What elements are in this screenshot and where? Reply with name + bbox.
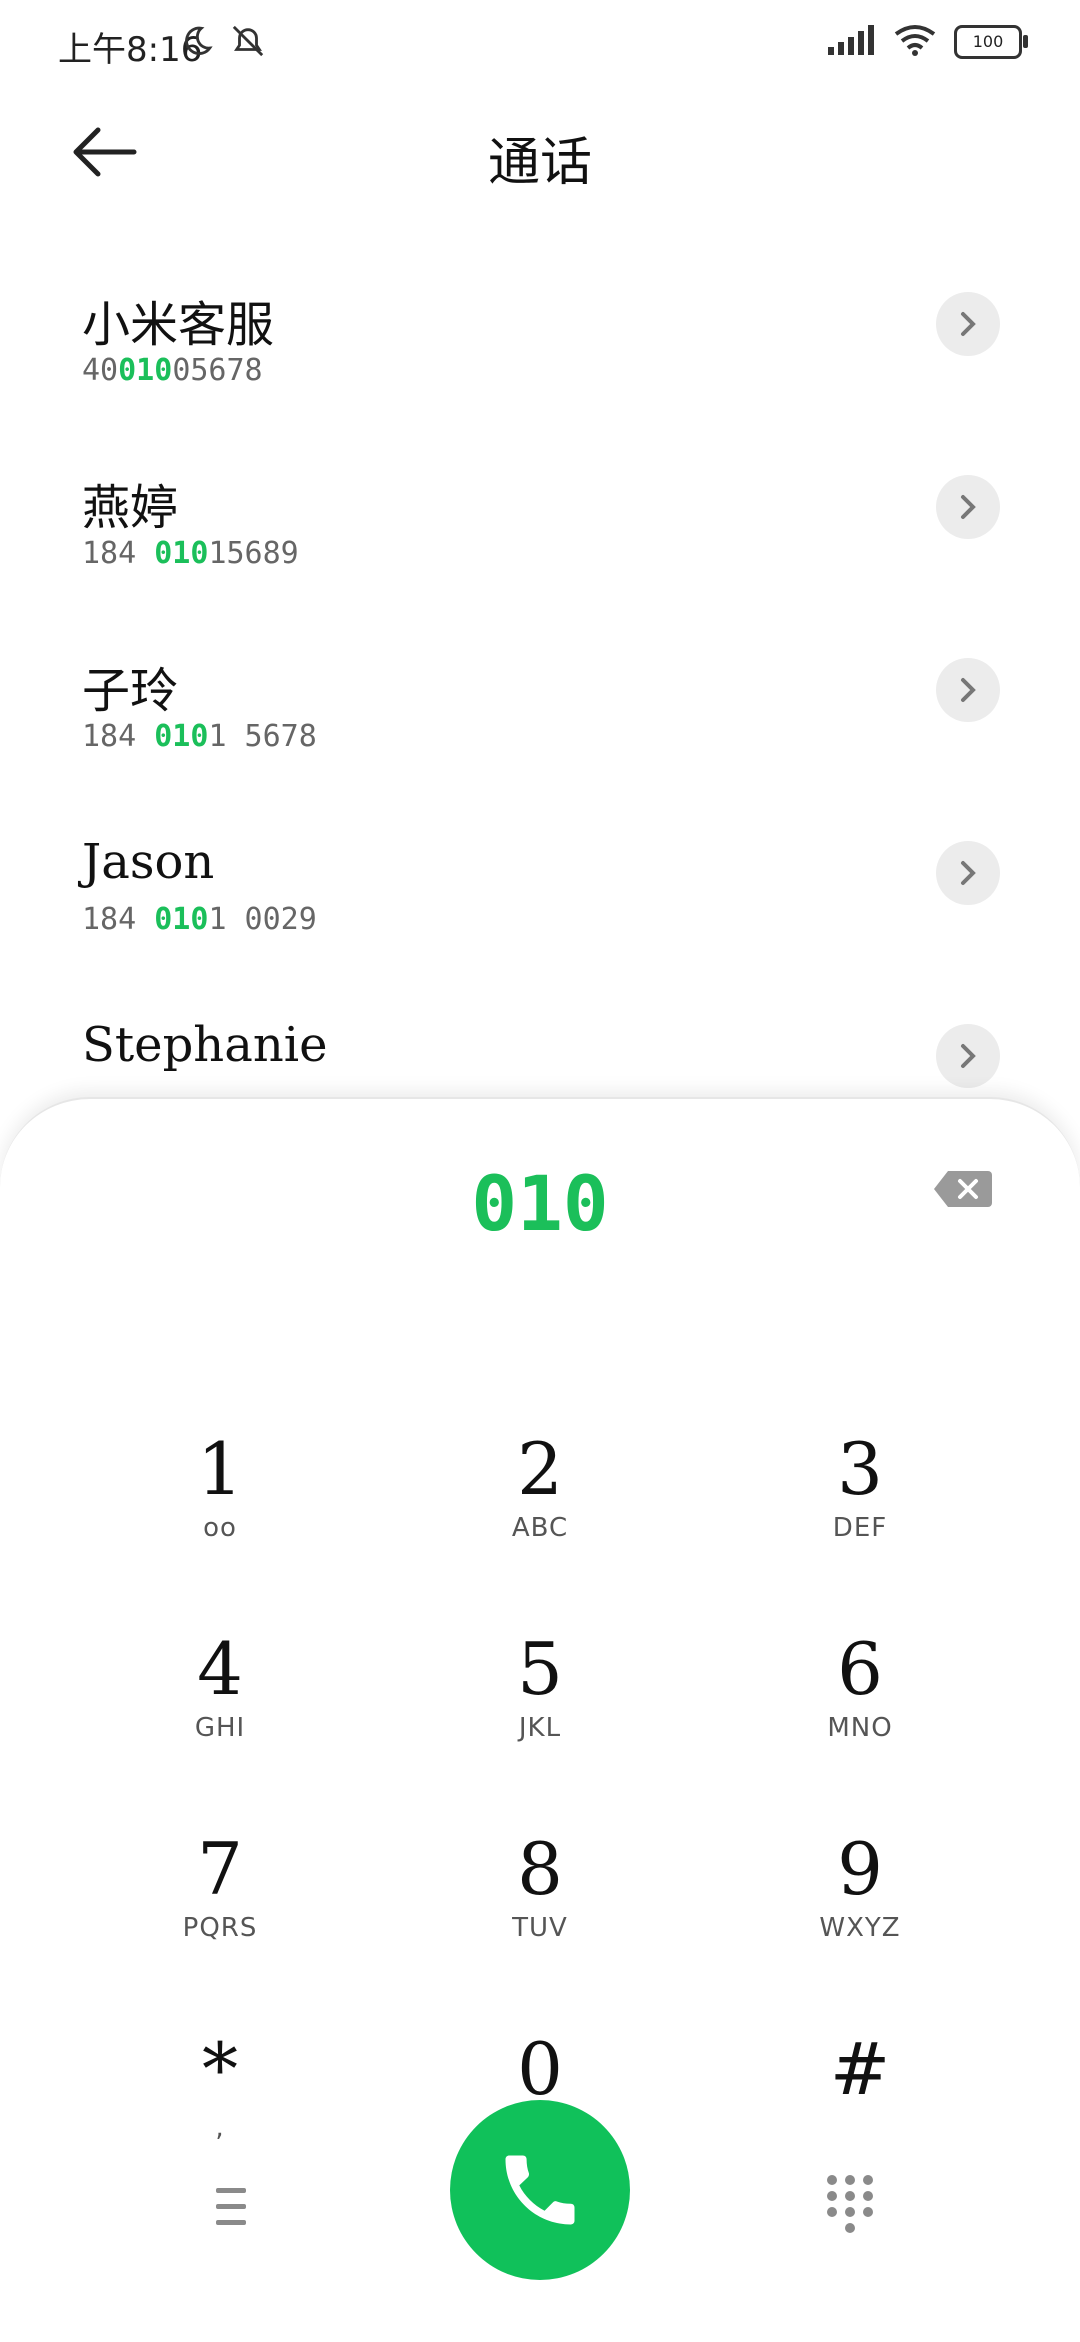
key-5[interactable]: 5 JKL [440,1629,640,1769]
keypad-icon [827,2175,873,2233]
contact-number: 184 01015689 [82,536,299,571]
status-icons-left [180,24,268,62]
chevron-right-icon[interactable] [936,292,1000,356]
wifi-icon [894,24,936,60]
key-4[interactable]: 4 GHI [120,1629,320,1769]
moon-icon [180,24,214,62]
key-2[interactable]: 2 ABC [440,1429,640,1569]
key-6[interactable]: 6 MNO [760,1629,960,1769]
contact-number: 184 0101 5678 [82,719,317,754]
key-7[interactable]: 7 PQRS [120,1829,320,1969]
key-3[interactable]: 3 DEF [760,1429,960,1569]
chevron-right-icon[interactable] [936,841,1000,905]
contact-name: Jason [82,834,215,890]
call-button[interactable] [450,2100,630,2280]
key-8[interactable]: 8 TUV [440,1829,640,1969]
voicemail-icon: oo [203,1513,237,1543]
status-icons-right: 100 [828,24,1028,60]
menu-button[interactable] [200,2182,262,2232]
signal-icon [828,25,876,59]
contact-name: 子玲 [82,663,179,719]
phone-icon [505,2155,575,2225]
battery-icon: 100 [954,25,1028,59]
contact-number: 184 0101 0029 [82,902,317,937]
list-item[interactable]: 燕婷 184 01015689 [0,438,1080,621]
page-title: 通话 [487,133,592,193]
contact-name: 燕婷 [82,480,179,536]
key-1[interactable]: 1 oo [120,1429,320,1569]
list-item[interactable]: 子玲 184 0101 5678 [0,621,1080,804]
contact-name: Stephanie [82,1017,328,1073]
chevron-right-icon[interactable] [936,475,1000,539]
keypad-toggle-button[interactable] [820,2170,880,2240]
contact-number: 4001005678 [82,353,263,388]
mute-bell-icon [228,24,268,62]
list-item[interactable]: Jason 184 0101 0029 [0,804,1080,987]
chevron-right-icon[interactable] [936,658,1000,722]
contact-list: 小米客服 4001005678 燕婷 184 01015689 子玲 184 0… [0,255,1080,1170]
contact-name: 小米客服 [82,297,275,353]
backspace-icon [934,1171,992,1207]
dialer-actions [0,2100,1080,2300]
header: 通话 [0,100,1080,210]
chevron-right-icon[interactable] [936,1024,1000,1088]
status-bar: 上午8:16 100 [0,0,1080,90]
menu-icon [216,2188,246,2225]
list-item[interactable]: 小米客服 4001005678 [0,255,1080,438]
backspace-button[interactable] [934,1169,992,1209]
key-9[interactable]: 9 WXYZ [760,1829,960,1969]
dialed-number: 010 [471,1159,609,1248]
